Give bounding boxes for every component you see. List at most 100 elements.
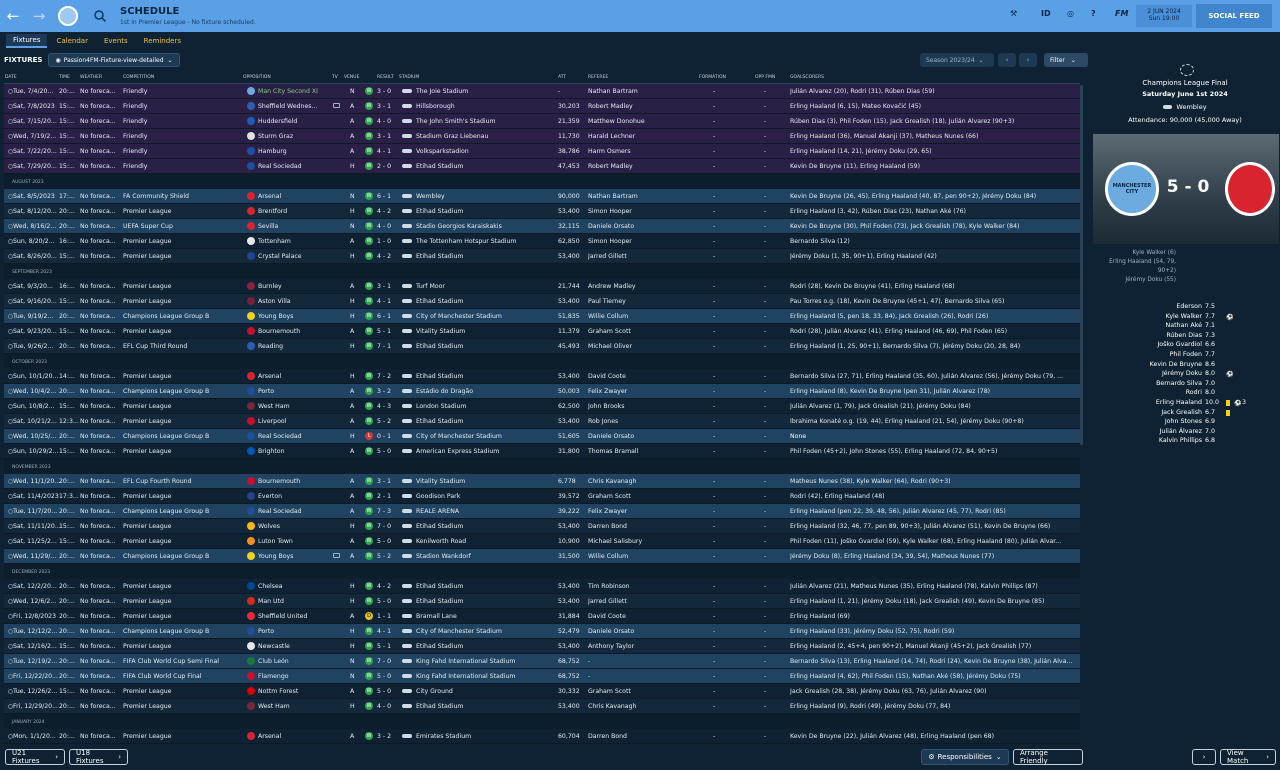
row-opposition[interactable]: Everton: [258, 493, 330, 500]
rating-row[interactable]: Jérémy Doku 8.0 ⚽: [1090, 370, 1280, 380]
row-opposition[interactable]: Bournemouth: [258, 478, 330, 485]
table-row[interactable]: Sat, 8/26/20... 15:... No foreca... Premier…: [4, 249, 1080, 264]
row-opposition[interactable]: Sheffield United: [258, 613, 330, 620]
row-opposition[interactable]: Flamengo: [258, 673, 330, 680]
col-venue[interactable]: VENUE: [344, 75, 359, 80]
col-formation[interactable]: FORMATION: [699, 75, 726, 80]
row-competition[interactable]: Premier League: [123, 448, 241, 455]
row-competition[interactable]: Champions League Group B: [123, 508, 241, 515]
row-opposition[interactable]: Luton Town: [258, 538, 330, 545]
row-competition[interactable]: Premier League: [123, 283, 241, 290]
row-opposition[interactable]: Young Boys: [258, 553, 330, 560]
rating-row[interactable]: Nathan Aké 7.1: [1090, 322, 1280, 332]
row-competition[interactable]: Premier League: [123, 538, 241, 545]
row-opposition[interactable]: Real Sociedad: [258, 163, 330, 170]
tab-fixtures[interactable]: Fixtures: [6, 34, 48, 48]
table-row[interactable]: Wed, 8/16/2... 20:... No foreca... UEFA Sup…: [4, 219, 1080, 234]
row-competition[interactable]: Premier League: [123, 238, 241, 245]
table-row[interactable]: Sat, 9/23/20... 15:... No foreca... Premier…: [4, 324, 1080, 339]
table-row[interactable]: Sun, 10/1/20... 14:... No foreca... Premier…: [4, 369, 1080, 384]
table-row[interactable]: Tue, 9/19/2... 20:... No foreca... Champion…: [4, 309, 1080, 324]
row-competition[interactable]: Premier League: [123, 733, 241, 740]
row-opposition[interactable]: Real Sociedad: [258, 433, 330, 440]
view-dropdown[interactable]: ◉ Passion4FM-Fixture-view-detailed ⌄: [48, 53, 180, 67]
table-row[interactable]: Sat, 11/4/2023 17:3... No foreca... Premier…: [4, 489, 1080, 504]
row-opposition[interactable]: West Ham: [258, 403, 330, 410]
tab-events[interactable]: Events: [97, 35, 135, 47]
row-opposition[interactable]: Sturm Graz: [258, 133, 330, 140]
table-row[interactable]: Tue, 7/4/20... 20:... No foreca... Friendly…: [4, 84, 1080, 99]
id-button[interactable]: ID: [1041, 9, 1051, 18]
row-competition[interactable]: Champions League Group B: [123, 628, 241, 635]
row-opposition[interactable]: Huddersfield: [258, 118, 330, 125]
forward-arrow-icon[interactable]: →: [26, 0, 52, 32]
table-row[interactable]: Sun, 10/29/2... 15:... No foreca... Premier…: [4, 444, 1080, 459]
row-competition[interactable]: Premier League: [123, 643, 241, 650]
row-competition[interactable]: Friendly: [123, 88, 241, 95]
row-opposition[interactable]: Bournemouth: [258, 328, 330, 335]
row-competition[interactable]: Premier League: [123, 688, 241, 695]
tab-reminders[interactable]: Reminders: [137, 35, 188, 47]
row-opposition[interactable]: Chelsea: [258, 583, 330, 590]
match-scoreboard[interactable]: MANCHESTER CITY 5 - 0: [1093, 134, 1279, 244]
row-competition[interactable]: FA Community Shield: [123, 193, 241, 200]
row-opposition[interactable]: Porto: [258, 628, 330, 635]
rating-row[interactable]: Ederson 7.5: [1090, 303, 1280, 313]
table-row[interactable]: Fri, 12/22/20... 20:... No foreca... FIFA C…: [4, 669, 1080, 684]
table-row[interactable]: Sat, 7/8/2023 15:... No foreca... Friendly S…: [4, 99, 1080, 114]
rating-row[interactable]: Julián Álvarez 7.0: [1090, 428, 1280, 438]
social-feed-button[interactable]: SOCIAL FEED: [1196, 4, 1272, 28]
tab-calendar[interactable]: Calendar: [49, 35, 94, 47]
row-competition[interactable]: Premier League: [123, 298, 241, 305]
filter-button[interactable]: Filter ⌄: [1044, 53, 1088, 67]
row-competition[interactable]: UEFA Super Cup: [123, 223, 241, 230]
row-competition[interactable]: Friendly: [123, 163, 241, 170]
row-opposition[interactable]: Porto: [258, 388, 330, 395]
rating-row[interactable]: Kalvin Phillips 6.8: [1090, 437, 1280, 447]
arrange-friendly-button[interactable]: Arrange Friendly: [1013, 749, 1083, 765]
search-icon[interactable]: [88, 4, 112, 28]
row-competition[interactable]: Premier League: [123, 418, 241, 425]
row-competition[interactable]: FIFA Club World Cup Semi Final: [123, 658, 241, 665]
row-competition[interactable]: EFL Cup Fourth Round: [123, 478, 241, 485]
table-row[interactable]: Sat, 11/11/20... 15:... No foreca... Premie…: [4, 519, 1080, 534]
row-opposition[interactable]: Man City Second XI: [258, 88, 330, 95]
row-competition[interactable]: Premier League: [123, 373, 241, 380]
row-competition[interactable]: Premier League: [123, 208, 241, 215]
next-button[interactable]: ›: [1192, 749, 1216, 765]
col-result[interactable]: RESULT: [377, 75, 394, 80]
table-row[interactable]: Tue, 12/26/2... 15:... No foreca... Premier…: [4, 684, 1080, 699]
table-row[interactable]: Sat, 7/29/20... 15:... No foreca... Friendl…: [4, 159, 1080, 174]
row-competition[interactable]: Champions League Group B: [123, 388, 241, 395]
table-row[interactable]: Sat, 8/12/20... 20:... No foreca... Premier…: [4, 204, 1080, 219]
row-opposition[interactable]: Crystal Palace: [258, 253, 330, 260]
row-competition[interactable]: Premier League: [123, 493, 241, 500]
row-competition[interactable]: Premier League: [123, 598, 241, 605]
row-opposition[interactable]: Club León: [258, 658, 330, 665]
row-opposition[interactable]: Sheffield Wednes...: [258, 103, 330, 110]
row-competition[interactable]: Premier League: [123, 583, 241, 590]
table-row[interactable]: Wed, 11/29/... 20:... No foreca... Champion…: [4, 549, 1080, 564]
row-opposition[interactable]: Man Utd: [258, 598, 330, 605]
row-competition[interactable]: Premier League: [123, 613, 241, 620]
table-row[interactable]: Sat, 10/21/2... 12:3... No foreca... Premie…: [4, 414, 1080, 429]
row-competition[interactable]: Premier League: [123, 328, 241, 335]
season-dropdown[interactable]: Season 2023/24 ⌄: [920, 53, 994, 67]
col-opp-fmn[interactable]: OPP FMN: [755, 75, 775, 80]
club-badge-icon[interactable]: [58, 6, 78, 26]
rating-row[interactable]: Joško Gvardiol 6.6: [1090, 341, 1280, 351]
table-row[interactable]: Tue, 9/26/2... 20:... No foreca... EFL Cup …: [4, 339, 1080, 354]
next-season-button[interactable]: ›: [1019, 53, 1037, 67]
row-competition[interactable]: Premier League: [123, 253, 241, 260]
row-opposition[interactable]: Hamburg: [258, 148, 330, 155]
table-row[interactable]: Sat, 12/2/20... 20:... No foreca... Premier…: [4, 579, 1080, 594]
row-competition[interactable]: Premier League: [123, 523, 241, 530]
col-weather[interactable]: WEATHER: [80, 75, 102, 80]
col-referee[interactable]: REFEREE: [588, 75, 608, 80]
col-opposition[interactable]: OPPOSITION: [243, 75, 271, 80]
row-competition[interactable]: Friendly: [123, 133, 241, 140]
table-row[interactable]: Wed, 10/25/... 20:... No foreca... Champion…: [4, 429, 1080, 444]
row-opposition[interactable]: Real Sociedad: [258, 508, 330, 515]
table-row[interactable]: Sun, 8/20/2... 16:... No foreca... Premier …: [4, 234, 1080, 249]
row-opposition[interactable]: West Ham: [258, 703, 330, 710]
